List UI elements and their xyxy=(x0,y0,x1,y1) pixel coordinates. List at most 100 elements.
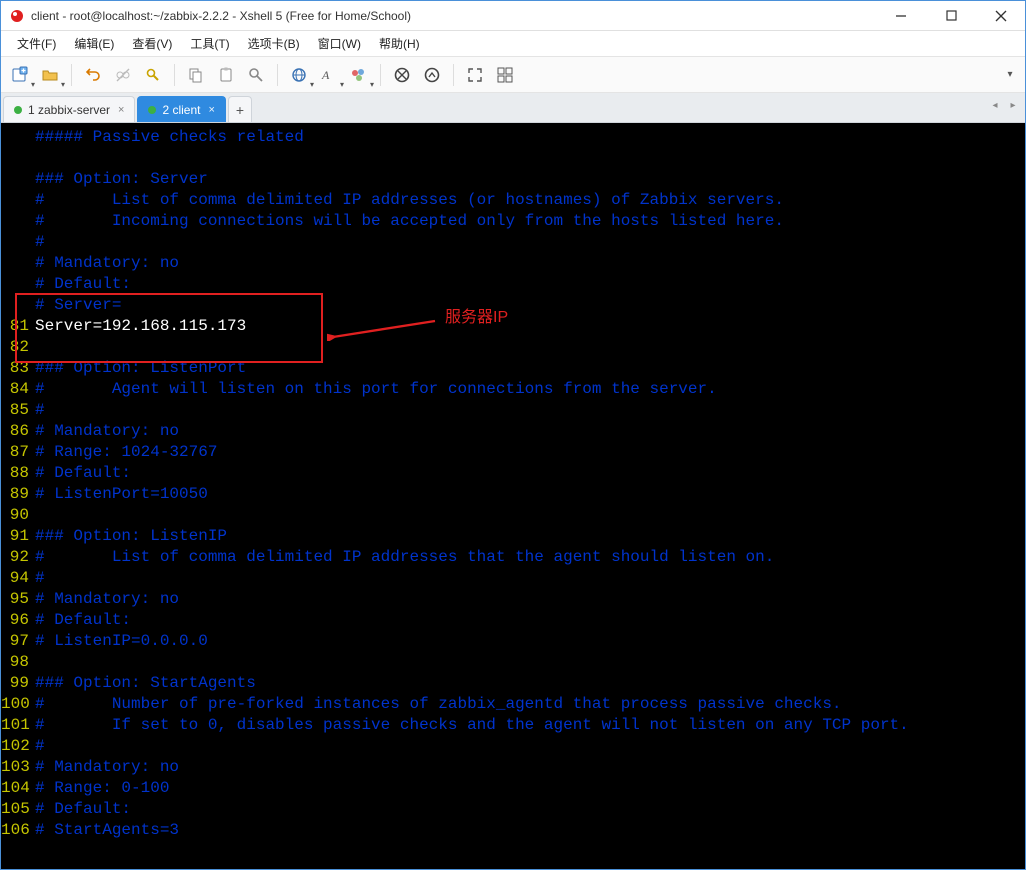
terminal-area[interactable]: ##### Passive checks related ### Option:… xyxy=(1,123,1025,869)
app-icon xyxy=(9,8,25,24)
terminal-line: 82 xyxy=(1,337,1025,358)
terminal-line: # Mandatory: no xyxy=(1,253,1025,274)
terminal-line: 104# Range: 0-100 xyxy=(1,778,1025,799)
tab-close-icon[interactable]: × xyxy=(209,104,215,116)
find-button[interactable] xyxy=(243,62,269,88)
line-number: 106 xyxy=(1,820,35,841)
line-text: # StartAgents=3 xyxy=(35,820,179,841)
terminal-line: 81Server=192.168.115.173 xyxy=(1,316,1025,337)
terminal-line: 105# Default: xyxy=(1,799,1025,820)
menu-help[interactable]: 帮助(H) xyxy=(373,33,426,54)
line-text: # Range: 1024-32767 xyxy=(35,442,217,463)
line-text: # Default: xyxy=(35,463,131,484)
line-number: 95 xyxy=(1,589,35,610)
terminal-line: 86# Mandatory: no xyxy=(1,421,1025,442)
open-session-button[interactable]: ▾ xyxy=(37,62,63,88)
line-number: 102 xyxy=(1,736,35,757)
close-button[interactable] xyxy=(985,4,1017,28)
fullscreen-button[interactable] xyxy=(462,62,488,88)
status-dot-icon xyxy=(14,106,22,114)
tab-label: 1 zabbix-server xyxy=(28,103,110,117)
status-dot-icon xyxy=(148,106,156,114)
tab-client[interactable]: 2 client × xyxy=(137,96,225,122)
line-text: ### Option: StartAgents xyxy=(35,673,256,694)
menu-window[interactable]: 窗口(W) xyxy=(312,33,367,54)
menu-tools[interactable]: 工具(T) xyxy=(184,33,235,54)
terminal-line xyxy=(1,148,1025,169)
terminal-line: 96# Default: xyxy=(1,610,1025,631)
line-text: # Agent will listen on this port for con… xyxy=(35,379,717,400)
terminal-line: 84# Agent will listen on this port for c… xyxy=(1,379,1025,400)
line-text: # Mandatory: no xyxy=(35,589,179,610)
new-tab-button[interactable]: + xyxy=(228,96,252,122)
line-number: 86 xyxy=(1,421,35,442)
terminal-line: # Server= xyxy=(1,295,1025,316)
tab-zabbix-server[interactable]: 1 zabbix-server × xyxy=(3,96,135,122)
terminal-line: 101# If set to 0, disables passive check… xyxy=(1,715,1025,736)
font-button[interactable]: A ▾ xyxy=(316,62,342,88)
line-number: 92 xyxy=(1,547,35,568)
menu-file[interactable]: 文件(F) xyxy=(11,33,62,54)
svg-text:A: A xyxy=(321,68,330,82)
line-number: 105 xyxy=(1,799,35,820)
line-text: # Mandatory: no xyxy=(35,757,179,778)
menu-edit[interactable]: 编辑(E) xyxy=(68,33,120,54)
line-text: # Mandatory: no xyxy=(35,253,179,274)
tile-button[interactable] xyxy=(492,62,518,88)
line-text: ### Option: Server xyxy=(35,169,208,190)
line-number: 96 xyxy=(1,610,35,631)
tabbar: 1 zabbix-server × 2 client × + ◂ ▸ xyxy=(1,93,1025,123)
tab-scroll-right-icon[interactable]: ▸ xyxy=(1005,97,1021,113)
menu-tabs[interactable]: 选项卡(B) xyxy=(242,33,306,54)
tab-close-icon[interactable]: × xyxy=(118,104,124,116)
encoding-button[interactable]: ▾ xyxy=(286,62,312,88)
maximize-button[interactable] xyxy=(935,4,967,28)
line-number: 99 xyxy=(1,673,35,694)
tab-scroll-left-icon[interactable]: ◂ xyxy=(987,97,1003,113)
terminal-line: 103# Mandatory: no xyxy=(1,757,1025,778)
line-text: # Server= xyxy=(35,295,121,316)
line-number: 88 xyxy=(1,463,35,484)
line-text: ##### Passive checks related xyxy=(35,127,304,148)
line-number: 81 xyxy=(1,316,35,337)
toolbar-overflow-button[interactable]: ▾ xyxy=(1001,62,1019,88)
line-text: # Default: xyxy=(35,274,131,295)
line-number: 104 xyxy=(1,778,35,799)
line-text: # Incoming connections will be accepted … xyxy=(35,211,784,232)
properties-button[interactable] xyxy=(140,62,166,88)
color-scheme-button[interactable]: ▾ xyxy=(346,62,372,88)
line-text: # xyxy=(35,736,45,757)
line-text: # Default: xyxy=(35,799,131,820)
menu-view[interactable]: 查看(V) xyxy=(126,33,178,54)
line-number: 90 xyxy=(1,505,35,526)
minimize-button[interactable] xyxy=(885,4,917,28)
terminal-line: # xyxy=(1,232,1025,253)
line-text: # xyxy=(35,400,45,421)
xagent-button[interactable] xyxy=(389,62,415,88)
line-number: 91 xyxy=(1,526,35,547)
terminal-line: # List of comma delimited IP addresses (… xyxy=(1,190,1025,211)
line-text: # If set to 0, disables passive checks a… xyxy=(35,715,909,736)
terminal-line: 95# Mandatory: no xyxy=(1,589,1025,610)
paste-button[interactable] xyxy=(213,62,239,88)
terminal-line: # Incoming connections will be accepted … xyxy=(1,211,1025,232)
line-number: 87 xyxy=(1,442,35,463)
terminal-line: 106# StartAgents=3 xyxy=(1,820,1025,841)
tab-label: 2 client xyxy=(162,103,200,117)
new-session-button[interactable]: ▾ xyxy=(7,62,33,88)
terminal-line: 85# xyxy=(1,400,1025,421)
line-text: ### Option: ListenIP xyxy=(35,526,227,547)
line-text: # xyxy=(35,232,45,253)
terminal-line: 99### Option: StartAgents xyxy=(1,673,1025,694)
terminal-line: 100# Number of pre-forked instances of z… xyxy=(1,694,1025,715)
xftp-button[interactable] xyxy=(419,62,445,88)
line-text: # Number of pre-forked instances of zabb… xyxy=(35,694,842,715)
window-title: client - root@localhost:~/zabbix-2.2.2 -… xyxy=(31,9,885,23)
reconnect-button[interactable] xyxy=(80,62,106,88)
disconnect-button[interactable] xyxy=(110,62,136,88)
line-text: # List of comma delimited IP addresses t… xyxy=(35,547,774,568)
line-number: 98 xyxy=(1,652,35,673)
line-text: # xyxy=(35,568,45,589)
copy-button[interactable] xyxy=(183,62,209,88)
line-number: 83 xyxy=(1,358,35,379)
